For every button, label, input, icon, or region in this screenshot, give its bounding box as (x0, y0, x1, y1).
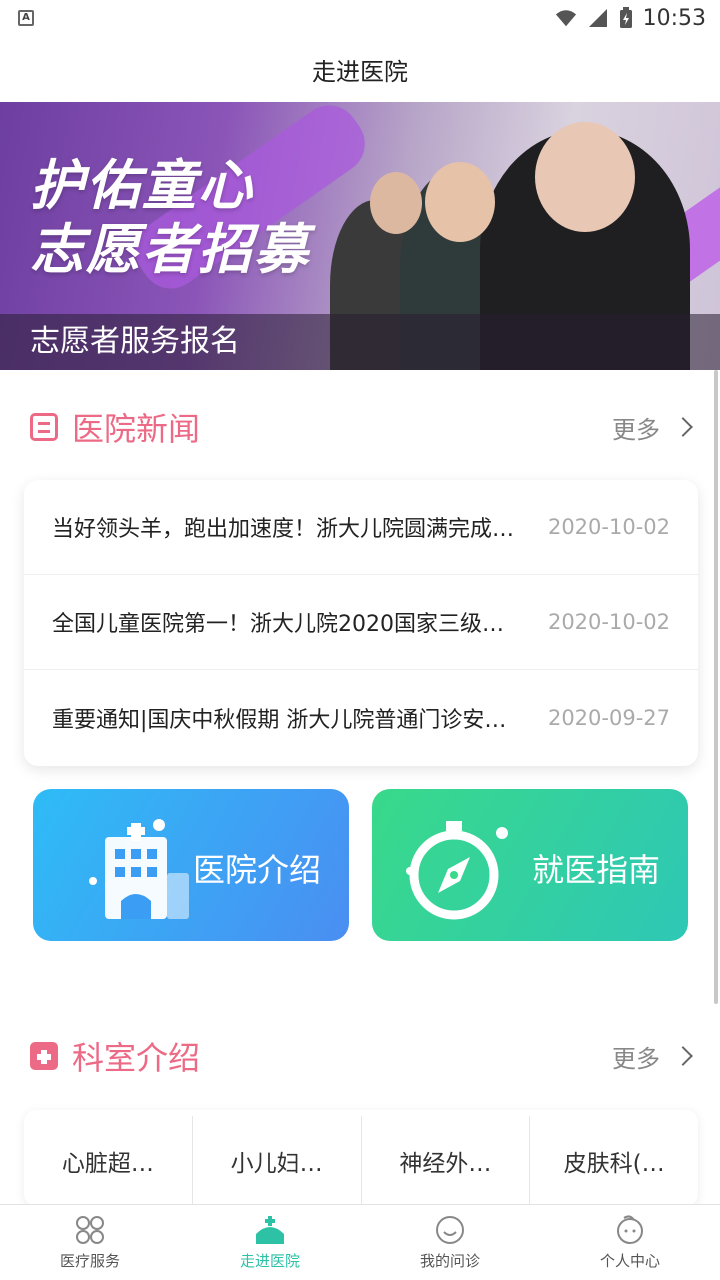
department-section-title: 科室介绍 (72, 1039, 201, 1077)
tab-about-hospital[interactable]: 走进医院 (180, 1205, 360, 1280)
hospital-building-icon (89, 823, 189, 919)
tab-medical-service[interactable]: 医疗服务 (0, 1205, 180, 1280)
department-section-header: 科室介绍 更多 (30, 1031, 693, 1081)
wifi-icon (555, 10, 576, 27)
medical-guide-label: 就医指南 (531, 851, 660, 889)
compass-stopwatch-icon (406, 821, 508, 920)
hospital-intro-tile[interactable]: 医院介绍 (33, 789, 349, 941)
notification-icon: A (18, 10, 34, 26)
news-item[interactable]: 全国儿童医院第一！浙大儿院2020国家三级公立医院… 2020-10-02 (24, 575, 698, 670)
news-item[interactable]: 当好领头羊，跑出加速度！浙大儿院圆满完成… 2020-10-02 (24, 480, 698, 575)
department-list: 心脏超… 小儿妇… 神经外… 皮肤科(… (24, 1110, 698, 1206)
bottom-tab-bar: 医疗服务 走进医院 我的问诊 个人中心 (0, 1204, 720, 1280)
department-more-button[interactable]: 更多 (612, 1039, 693, 1074)
news-item-title: 重要通知|国庆中秋假期 浙大儿院普通门诊安排… (52, 707, 529, 733)
department-item[interactable]: 心脏超… (24, 1116, 193, 1206)
news-item-date: 2020-10-02 (547, 610, 670, 634)
medical-kit-icon (30, 1042, 58, 1070)
news-item-date: 2020-10-02 (547, 515, 670, 539)
news-section-header: 医院新闻 更多 (30, 402, 693, 452)
status-bar: A 10:53 (0, 0, 720, 36)
hospital-intro-label: 医院介绍 (192, 851, 321, 889)
banner-caption: 志愿者服务报名 (0, 314, 720, 370)
signal-icon (588, 9, 607, 27)
battery-icon (619, 7, 632, 28)
scrollbar[interactable] (714, 370, 718, 1004)
page-title: 走进医院 (0, 36, 720, 102)
news-list: 当好领头羊，跑出加速度！浙大儿院圆满完成… 2020-10-02 全国儿童医院第… (24, 480, 698, 766)
hospital-icon (256, 1216, 284, 1244)
banner-headline: 护佑童心 志愿者招募 (30, 154, 310, 281)
news-section-title: 医院新闻 (72, 410, 201, 448)
news-icon (30, 413, 58, 441)
chevron-right-icon (673, 417, 693, 437)
tab-personal-center[interactable]: 个人中心 (540, 1205, 720, 1280)
clock: 10:53 (642, 5, 706, 31)
medical-guide-tile[interactable]: 就医指南 (372, 789, 688, 941)
smile-icon (436, 1216, 464, 1244)
person-icon (617, 1215, 643, 1244)
news-item-title: 当好领头羊，跑出加速度！浙大儿院圆满完成… (52, 517, 515, 542)
department-item[interactable]: 小儿妇… (193, 1116, 362, 1206)
chevron-right-icon (673, 1046, 693, 1066)
tab-my-consultation[interactable]: 我的问诊 (360, 1205, 540, 1280)
news-item-date: 2020-09-27 (547, 705, 670, 730)
department-item[interactable]: 皮肤科(… (530, 1116, 698, 1206)
department-item[interactable]: 神经外… (362, 1116, 531, 1206)
news-item[interactable]: 重要通知|国庆中秋假期 浙大儿院普通门诊安排… 2020-09-27 (24, 670, 698, 765)
news-item-title: 全国儿童医院第一！浙大儿院2020国家三级公立医院… (52, 612, 548, 637)
volunteer-banner[interactable]: 护佑童心 志愿者招募 志愿者服务报名 (0, 102, 720, 370)
news-more-button[interactable]: 更多 (612, 410, 693, 445)
grid-icon (76, 1216, 104, 1244)
